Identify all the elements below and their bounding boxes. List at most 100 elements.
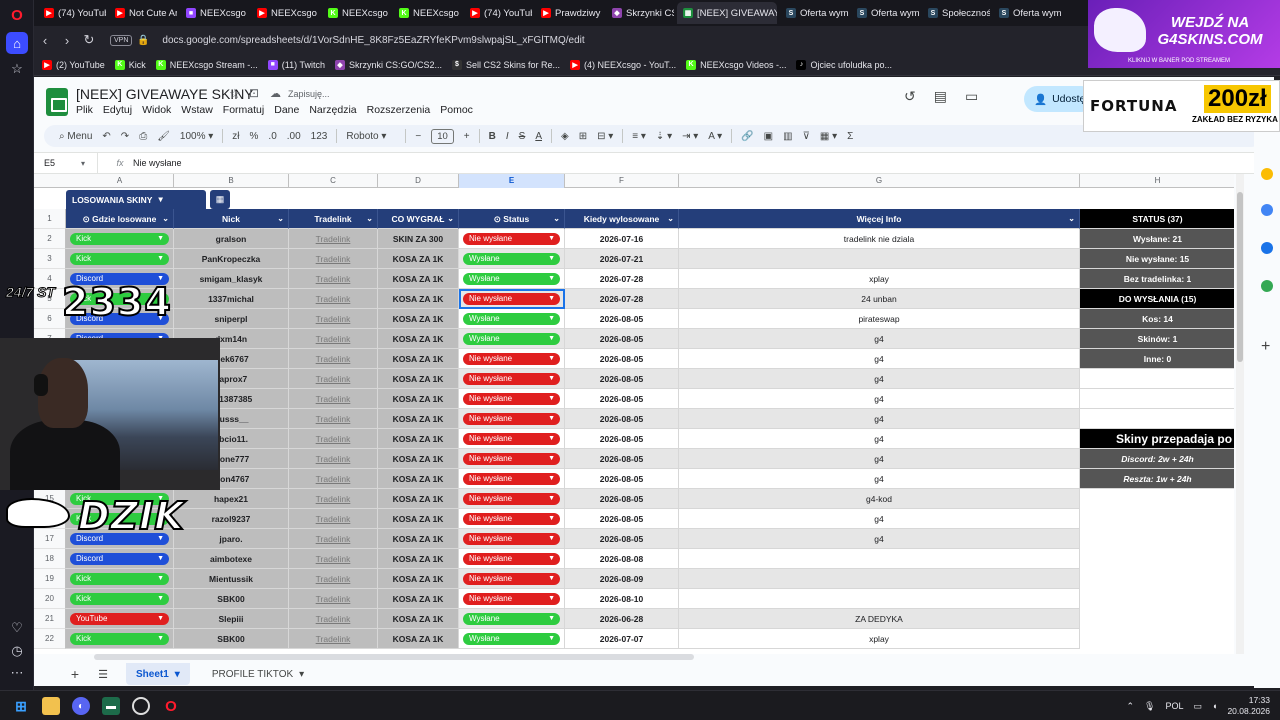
date-cell[interactable]: 2026-08-05 [565, 529, 679, 549]
tradelink-cell[interactable]: Tradelink [289, 289, 378, 309]
tradelink-cell[interactable]: Tradelink [289, 429, 378, 449]
status-cell[interactable]: Wysłane ▼ [459, 309, 565, 329]
windows-start-icon[interactable]: ⊞ [12, 697, 30, 715]
status-chip[interactable]: Nie wysłane ▼ [463, 393, 560, 405]
won-cell[interactable]: KOSA ZA 1K [378, 549, 459, 569]
date-cell[interactable]: 2026-06-28 [565, 609, 679, 629]
chevron-down-icon[interactable]: ⌄ [162, 209, 169, 228]
source-cell[interactable]: Kick ▼ [66, 249, 174, 269]
valign-icon[interactable]: ⇣ ▾ [651, 131, 677, 142]
won-cell[interactable]: KOSA ZA 1K [378, 309, 459, 329]
header-cell[interactable]: Więcej Info ⌄ [679, 209, 1080, 229]
chevron-down-icon[interactable]: ⌄ [1068, 209, 1075, 228]
vpn-badge[interactable]: VPN [110, 34, 133, 46]
filter-views-icon[interactable]: ▦ ▾ [815, 131, 842, 142]
status-chip[interactable]: Nie wysłane ▼ [463, 573, 560, 585]
browser-tab[interactable]: K NEEXcsgo Vid [322, 2, 390, 24]
source-chip[interactable]: Discord ▼ [70, 553, 169, 565]
undo-icon[interactable]: ↶ [97, 131, 115, 142]
info-cell[interactable]: ZA DEDYKA [679, 609, 1080, 629]
won-cell[interactable]: KOSA ZA 1K [378, 269, 459, 289]
obs-icon[interactable] [132, 697, 150, 715]
comments-icon[interactable]: ▤ [934, 88, 947, 105]
header-cell[interactable]: ⊙ Status ⌄ [459, 209, 565, 229]
network-icon[interactable]: ▭ [1194, 701, 1203, 712]
paint-format-icon[interactable]: 🖌 [152, 131, 175, 142]
browser-tab[interactable]: ◆ Skrzynki CS:G [606, 2, 674, 24]
date-cell[interactable]: 2026-08-05 [565, 489, 679, 509]
status-cell[interactable]: Nie wysłane ▼ [459, 569, 565, 589]
menu-item[interactable]: Plik [76, 104, 93, 116]
search-menu-button[interactable]: ⌕ Menu [54, 131, 97, 142]
date-cell[interactable]: 2026-08-05 [565, 369, 679, 389]
chevron-down-icon[interactable]: ⌄ [277, 209, 284, 228]
header-cell[interactable]: Tradelink ⌄ [289, 209, 378, 229]
info-cell[interactable]: g4 [679, 529, 1080, 549]
browser-tab[interactable]: S Oferta wymia [851, 2, 919, 24]
status-chip[interactable]: Wysłane ▼ [463, 613, 560, 625]
status-cell[interactable]: Wysłane ▼ [459, 249, 565, 269]
info-cell[interactable]: xplay [679, 629, 1080, 649]
tradelink-cell[interactable]: Tradelink [289, 609, 378, 629]
borders-icon[interactable]: ⊞ [574, 131, 592, 142]
font-size-decrease-icon[interactable]: − [410, 131, 426, 142]
status-cell[interactable]: Nie wysłane ▼ [459, 489, 565, 509]
browser-tab[interactable]: ■ NEEXcsgo Str [180, 2, 248, 24]
browser-tab[interactable]: K NEEXcsgo Vid [393, 2, 461, 24]
bookmark-item[interactable]: ◆ Skrzynki CS:GO/CS2... [334, 59, 442, 70]
won-cell[interactable]: KOSA ZA 1K [378, 329, 459, 349]
mic-icon[interactable]: 🎙 [1144, 701, 1155, 712]
won-cell[interactable]: KOSA ZA 1K [378, 469, 459, 489]
align-icon[interactable]: ≡ ▾ [627, 131, 651, 142]
menu-item[interactable]: Widok [142, 104, 171, 116]
tradelink-cell[interactable]: Tradelink [289, 409, 378, 429]
bookmark-item[interactable]: ♪ Ojciec ufoludka po... [796, 59, 892, 70]
bold-icon[interactable]: B [484, 131, 501, 142]
browser-tab[interactable]: ▶ NEEXcsgo - Y [251, 2, 319, 24]
back-icon[interactable]: ‹ [34, 33, 56, 48]
bookmark-item[interactable]: $ Sell CS2 Skins for Re... [451, 59, 560, 70]
info-cell[interactable]: g4 [679, 429, 1080, 449]
header-cell[interactable]: ⊙ Gdzie losowane ⌄ [66, 209, 174, 229]
chart-icon[interactable]: ▥ [778, 131, 797, 142]
name-box[interactable]: E5 ▾ [34, 153, 98, 173]
status-chip[interactable]: Nie wysłane ▼ [463, 513, 560, 525]
status-chip[interactable]: Nie wysłane ▼ [463, 373, 560, 385]
tradelink-cell[interactable]: Tradelink [289, 369, 378, 389]
status-cell[interactable]: Nie wysłane ▼ [459, 369, 565, 389]
bookmark-item[interactable]: K NEEXcsgo Stream -... [155, 59, 258, 70]
horizontal-scrollbar[interactable] [94, 654, 694, 660]
chevron-down-icon[interactable]: ⌄ [447, 209, 454, 228]
info-cell[interactable]: 24 unban [679, 289, 1080, 309]
won-cell[interactable]: KOSA ZA 1K [378, 569, 459, 589]
won-cell[interactable]: SKIN ZA 300 [378, 229, 459, 249]
tradelink-cell[interactable]: Tradelink [289, 389, 378, 409]
column-header-f[interactable]: F [565, 174, 679, 188]
menu-item[interactable]: Pomoc [440, 104, 473, 116]
chevron-down-icon[interactable]: ⌄ [366, 209, 373, 228]
source-cell[interactable]: Discord ▼ [66, 549, 174, 569]
print-icon[interactable]: ⎙ [134, 131, 152, 142]
date-cell[interactable]: 2026-08-05 [565, 509, 679, 529]
source-cell[interactable]: YouTube ▼ [66, 609, 174, 629]
discord-icon[interactable]: ◐ [72, 697, 90, 715]
browser-tab[interactable]: ▶ (74) YouTube [38, 2, 106, 24]
source-chip[interactable]: Kick ▼ [70, 253, 169, 265]
won-cell[interactable]: KOSA ZA 1K [378, 629, 459, 649]
date-cell[interactable]: 2026-08-10 [565, 589, 679, 609]
meet-icon[interactable]: ▭ [965, 88, 978, 105]
status-cell[interactable]: Nie wysłane ▼ [459, 549, 565, 569]
file-explorer-icon[interactable] [42, 697, 60, 715]
info-cell[interactable]: g4 [679, 449, 1080, 469]
info-cell[interactable] [679, 589, 1080, 609]
browser-tab[interactable]: ▶ (74) YouTube [464, 2, 532, 24]
date-cell[interactable]: 2026-07-16 [565, 229, 679, 249]
tradelink-cell[interactable]: Tradelink [289, 589, 378, 609]
terminal-icon[interactable]: ▬ [102, 697, 120, 715]
nick-cell[interactable]: gralson [174, 229, 289, 249]
status-chip[interactable]: Wysłane ▼ [463, 253, 560, 265]
date-cell[interactable]: 2026-08-05 [565, 429, 679, 449]
status-chip[interactable]: Nie wysłane ▼ [463, 553, 560, 565]
status-chip[interactable]: Wysłane ▼ [463, 633, 560, 645]
filter-icon[interactable]: ⊽ [798, 131, 815, 142]
